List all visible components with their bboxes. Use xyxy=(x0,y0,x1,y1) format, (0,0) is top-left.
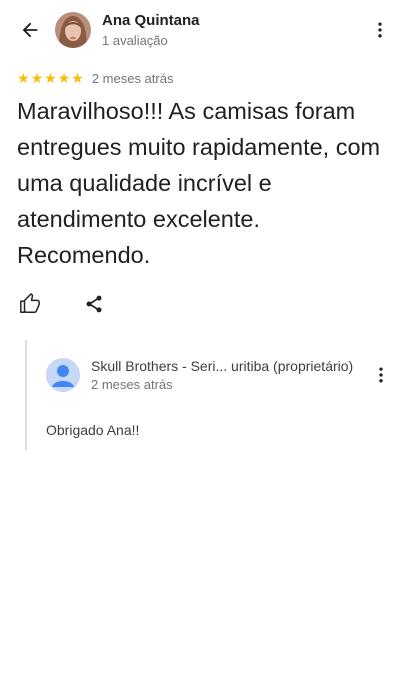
star-icon: ★ xyxy=(57,70,71,86)
share-icon xyxy=(86,295,102,313)
reviewer-avatar[interactable] xyxy=(55,12,91,48)
star-icon: ★ xyxy=(71,70,84,86)
review-header: Ana Quintana 1 avaliação xyxy=(0,0,410,60)
default-avatar-icon xyxy=(46,358,80,392)
share-button[interactable] xyxy=(82,292,106,316)
star-icon: ★ xyxy=(44,70,57,86)
more-options-button[interactable] xyxy=(366,16,394,44)
star-icon: ★ xyxy=(30,70,44,86)
owner-name: Skull Brothers - Seri... uritiba (propri… xyxy=(91,358,354,374)
more-vert-icon xyxy=(378,22,382,38)
star-icon: ★ xyxy=(17,70,30,86)
reviewer-name[interactable]: Ana Quintana xyxy=(102,12,200,29)
review-text: Maravilhoso!!! As camisas foram entregue… xyxy=(17,98,381,268)
back-button[interactable] xyxy=(16,16,44,44)
thumb-up-icon xyxy=(20,293,40,313)
review-date: 2 meses atrás xyxy=(91,70,174,86)
owner-more-options-button[interactable] xyxy=(368,362,394,388)
more-vert-icon xyxy=(379,367,383,383)
arrow-back-icon xyxy=(22,22,38,38)
reviewer-review-count: 1 avaliação xyxy=(102,33,168,48)
owner-response: Skull Brothers - Seri... uritiba (propri… xyxy=(25,340,397,450)
owner-response-text: Obrigado Ana!! xyxy=(46,422,140,438)
star-rating: ★ ★ ★ ★ ★ xyxy=(17,71,84,85)
like-button[interactable] xyxy=(17,291,43,317)
owner-response-date: 2 meses atrás xyxy=(91,377,173,392)
rating-row: ★ ★ ★ ★ ★ 2 meses atrás xyxy=(17,69,173,87)
owner-avatar xyxy=(46,358,80,392)
